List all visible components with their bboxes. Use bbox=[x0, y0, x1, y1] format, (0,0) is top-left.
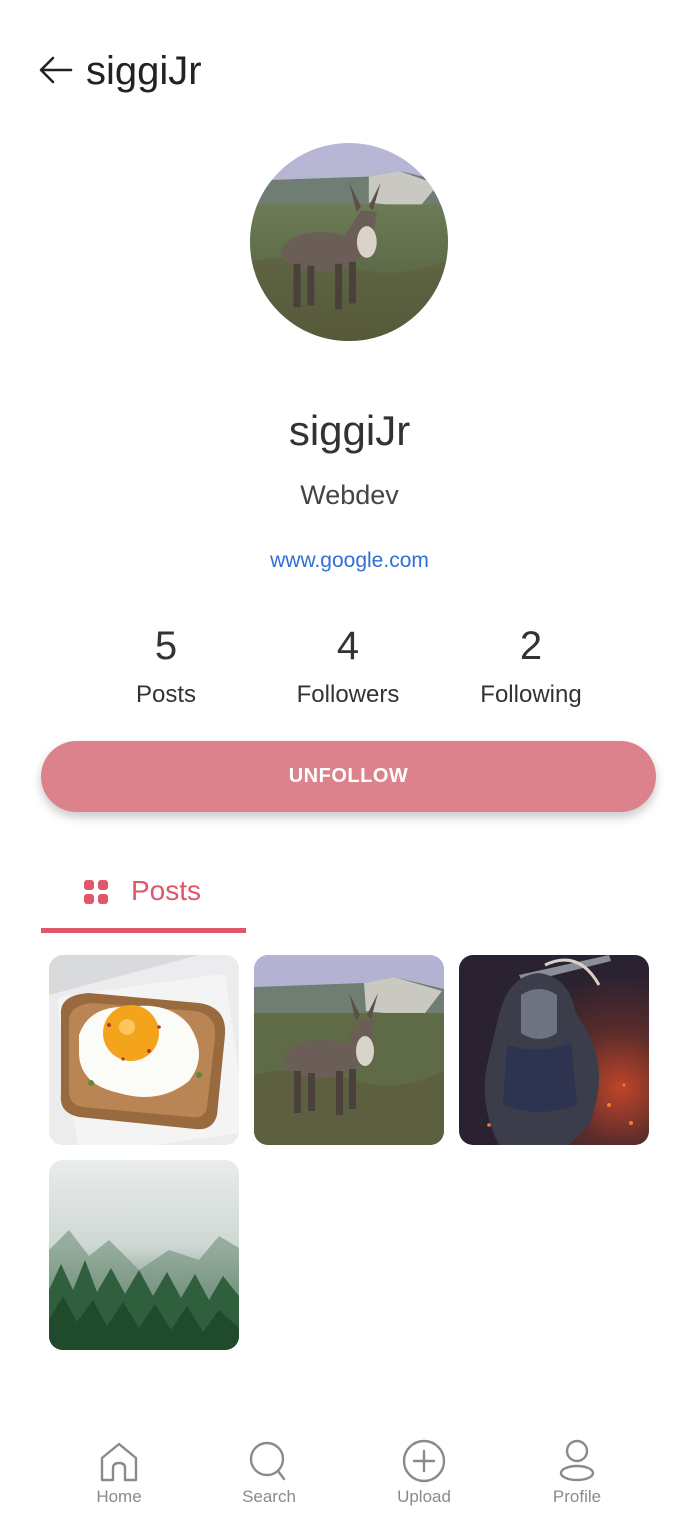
post-thumbnail-dark-knight[interactable] bbox=[459, 955, 649, 1145]
home-icon bbox=[100, 1442, 138, 1482]
search-icon bbox=[249, 1441, 286, 1481]
nav-home[interactable]: Home bbox=[64, 1438, 174, 1508]
bottom-navigation: Home Search Upload Profile bbox=[0, 1430, 699, 1517]
nav-search-label: Search bbox=[242, 1487, 296, 1506]
nav-profile[interactable]: Profile bbox=[522, 1438, 632, 1508]
post-thumbnail-donkey[interactable] bbox=[254, 955, 444, 1145]
page-title: siggiJr bbox=[86, 49, 202, 93]
post-thumbnail-egg-toast[interactable] bbox=[49, 955, 239, 1145]
plus-circle-icon bbox=[402, 1439, 446, 1483]
nav-profile-label: Profile bbox=[552, 1487, 602, 1506]
grid-icon bbox=[84, 880, 108, 904]
tab-posts[interactable]: Posts bbox=[41, 858, 246, 933]
stat-following-label: Following bbox=[480, 681, 582, 708]
arrow-left-icon bbox=[39, 56, 73, 84]
stat-followers-label: Followers bbox=[296, 681, 400, 708]
profile-stats: 5 Posts 4 Followers 2 Following bbox=[0, 622, 699, 712]
profile-icon bbox=[559, 1439, 595, 1482]
stat-following[interactable]: 2 Following bbox=[431, 622, 631, 710]
nav-upload[interactable]: Upload bbox=[369, 1438, 479, 1508]
profile-website-link[interactable]: www.google.com bbox=[0, 547, 699, 575]
tab-posts-label: Posts bbox=[131, 875, 202, 906]
avatar bbox=[250, 143, 448, 341]
stat-posts-count: 5 bbox=[154, 624, 178, 668]
profile-screen: siggiJr siggiJr Webdev www.google.com 5 … bbox=[0, 0, 699, 1517]
unfollow-button[interactable]: UNFOLLOW bbox=[41, 741, 656, 812]
stat-following-count: 2 bbox=[519, 624, 543, 668]
profile-bio: Webdev bbox=[300, 480, 399, 510]
stat-posts-label: Posts bbox=[135, 681, 197, 708]
nav-search[interactable]: Search bbox=[214, 1438, 324, 1508]
profile-username: siggiJr bbox=[288, 407, 411, 454]
back-button[interactable] bbox=[38, 55, 74, 85]
post-thumbnail-misty-forest[interactable] bbox=[49, 1160, 239, 1350]
stat-followers-count: 4 bbox=[336, 624, 360, 668]
stat-posts[interactable]: 5 Posts bbox=[66, 622, 266, 710]
stat-followers[interactable]: 4 Followers bbox=[248, 622, 448, 710]
tab-active-indicator bbox=[41, 928, 246, 933]
nav-home-label: Home bbox=[96, 1487, 142, 1506]
nav-upload-label: Upload bbox=[397, 1487, 451, 1506]
